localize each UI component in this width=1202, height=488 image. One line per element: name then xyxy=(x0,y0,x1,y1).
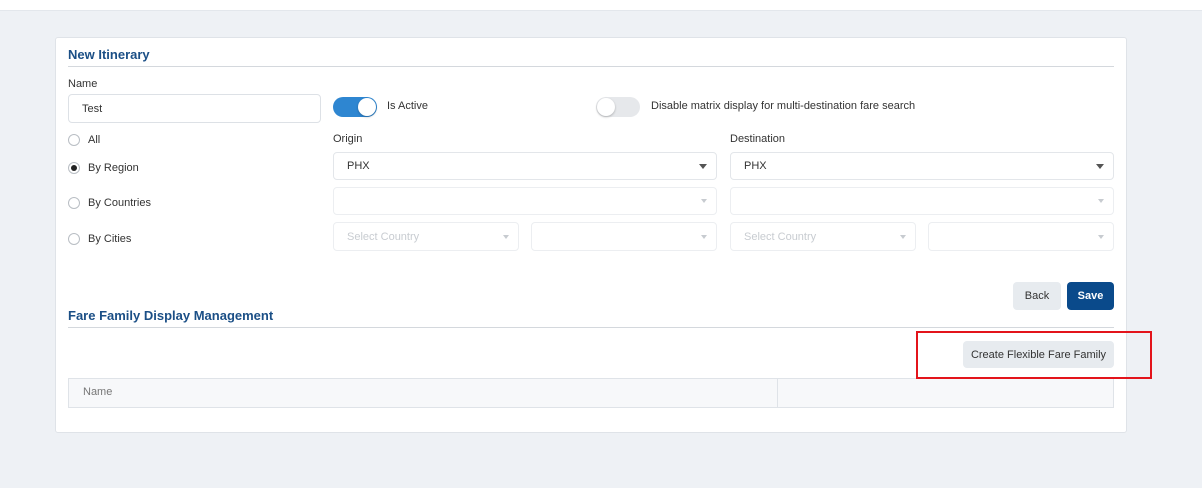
origin-country-select[interactable]: Select Country xyxy=(333,222,519,251)
origin-city-select[interactable] xyxy=(531,222,717,251)
origin-countries-select[interactable] xyxy=(333,187,717,215)
name-input[interactable]: Test xyxy=(68,94,321,123)
origin-label: Origin xyxy=(333,133,363,145)
radio-by-cities[interactable]: By Cities xyxy=(68,233,131,245)
is-active-toggle[interactable] xyxy=(333,97,377,117)
highlight-box xyxy=(916,331,1152,379)
destination-city-select[interactable] xyxy=(928,222,1114,251)
radio-label: All xyxy=(88,134,101,146)
column-divider xyxy=(777,379,778,407)
disable-matrix-label: Disable matrix display for multi-destina… xyxy=(651,100,916,112)
destination-country-placeholder: Select Country xyxy=(744,230,817,243)
chevron-down-icon xyxy=(701,199,707,203)
column-header-name: Name xyxy=(83,386,113,398)
destination-label: Destination xyxy=(730,133,786,145)
destination-region-select[interactable]: PHX xyxy=(730,152,1114,180)
page-title: New Itinerary xyxy=(68,47,150,62)
title-divider xyxy=(68,66,1114,67)
is-active-label: Is Active xyxy=(387,100,428,112)
radio-button[interactable] xyxy=(68,197,80,209)
radio-label: By Countries xyxy=(88,197,151,209)
fare-family-table: Name xyxy=(68,378,1114,408)
chevron-down-icon xyxy=(1096,164,1104,169)
radio-by-region[interactable]: By Region xyxy=(68,162,139,174)
origin-country-placeholder: Select Country xyxy=(347,230,420,243)
back-button[interactable]: Back xyxy=(1013,282,1061,310)
radio-button[interactable] xyxy=(68,134,80,146)
disable-matrix-toggle[interactable] xyxy=(596,97,640,117)
toggle-knob xyxy=(597,98,615,116)
radio-all[interactable]: All xyxy=(68,134,100,146)
save-button[interactable]: Save xyxy=(1067,282,1114,310)
fare-family-title: Fare Family Display Management xyxy=(68,308,274,323)
radio-label: By Region xyxy=(88,162,139,174)
radio-button[interactable] xyxy=(68,233,80,245)
radio-by-countries[interactable]: By Countries xyxy=(68,197,151,209)
radio-label: By Cities xyxy=(88,233,132,245)
chevron-down-icon xyxy=(699,164,707,169)
fare-family-divider xyxy=(68,327,1114,328)
chevron-down-icon xyxy=(1098,234,1104,239)
chevron-down-icon xyxy=(1098,199,1104,203)
name-label: Name xyxy=(68,78,98,90)
chevron-down-icon xyxy=(701,234,707,239)
chevron-down-icon xyxy=(503,234,509,239)
destination-country-select[interactable]: Select Country xyxy=(730,222,916,251)
origin-region-select[interactable]: PHX xyxy=(333,152,717,180)
destination-countries-select[interactable] xyxy=(730,187,1114,215)
chevron-down-icon xyxy=(900,234,906,239)
origin-region-value: PHX xyxy=(347,160,370,172)
toggle-knob xyxy=(358,98,376,116)
destination-region-value: PHX xyxy=(744,160,767,172)
name-input-value: Test xyxy=(82,102,103,115)
top-bar xyxy=(0,0,1202,11)
radio-button[interactable] xyxy=(68,162,80,174)
